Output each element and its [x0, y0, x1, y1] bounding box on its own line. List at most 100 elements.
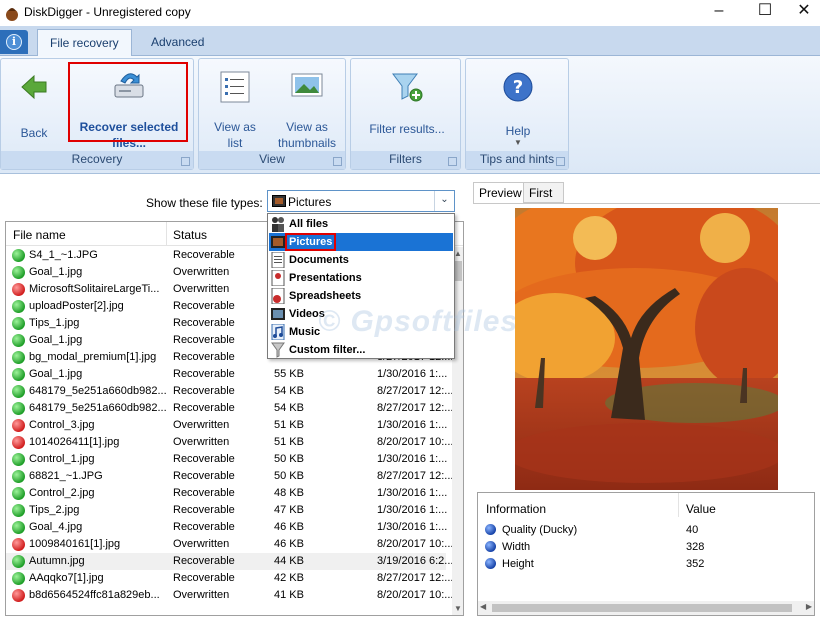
info-value: 40 — [686, 524, 699, 536]
table-row[interactable]: 648179_5e251a660db982... Recoverable 54 KB… — [6, 383, 453, 400]
tab-file-recovery[interactable]: File recovery — [37, 29, 132, 56]
table-row[interactable]: b8d6564524ffc81a829eb... Overwritten 41 KB… — [6, 587, 453, 604]
tab-first-few-bytes[interactable]: First few bytes — [523, 182, 564, 240]
scroll-down-arrow-icon[interactable]: ▼ — [452, 604, 463, 613]
file-name-cell: uploadPoster[2].jpg — [29, 300, 124, 312]
hscrollbar-thumb[interactable] — [492, 604, 792, 612]
group-label-recovery: Recovery — [1, 151, 193, 169]
size-cell: 54 KB — [274, 402, 304, 414]
table-row[interactable]: AAqqko7[1].jpg Recoverable 42 KB 8/27/2017 … — [6, 570, 453, 587]
chevron-down-icon[interactable]: ⌄ — [434, 191, 454, 211]
status-cell: Recoverable — [173, 402, 235, 414]
scroll-right-arrow-icon[interactable]: ▶ — [806, 602, 812, 611]
column-value[interactable]: Value — [686, 502, 716, 516]
scrollbar-thumb[interactable] — [454, 261, 462, 281]
file-name-cell: Tips_1.jpg — [29, 317, 80, 329]
dropdown-option-music[interactable]: Music — [269, 323, 453, 341]
svg-text:?: ? — [513, 77, 523, 98]
view-as-thumbnails-label: View as thumbnails — [277, 120, 337, 150]
table-row[interactable]: Control_1.jpg Recoverable 50 KB 1/30/2016 1… — [6, 451, 447, 468]
tab-advanced[interactable]: Advanced — [139, 29, 216, 56]
table-row[interactable]: 1014026411[1].jpg Overwritten 51 KB 8/20/20… — [6, 434, 453, 451]
table-row[interactable]: Control_3.jpg Overwritten 51 KB 1/30/2016 1… — [6, 417, 448, 434]
view-as-thumbnails-button[interactable]: View as thumbnails — [273, 71, 341, 151]
date-cell: 1/30/2016 1:... — [377, 419, 448, 431]
column-information[interactable]: Information — [486, 502, 546, 516]
file-name-cell: 1009840161[1].jpg — [29, 538, 121, 550]
info-icon: i — [6, 34, 22, 50]
status-cell: Recoverable — [173, 317, 235, 329]
app-menu-button[interactable]: i — [0, 30, 28, 54]
filters-dialog-launcher[interactable] — [448, 157, 457, 166]
size-cell: 42 KB — [274, 572, 304, 584]
tips-dialog-launcher[interactable] — [556, 157, 565, 166]
close-button[interactable]: ✕ — [788, 0, 820, 24]
view-dialog-launcher[interactable] — [333, 157, 342, 166]
status-cell: Recoverable — [173, 249, 235, 261]
column-file-name[interactable]: File name — [13, 228, 66, 242]
minimize-button[interactable]: – — [696, 0, 742, 24]
date-cell: 8/27/2017 12:... — [377, 402, 454, 414]
file-name-cell: Goal_4.jpg — [29, 521, 83, 533]
filter-results-button[interactable]: Filter results... — [359, 71, 455, 137]
table-row[interactable]: Goal_4.jpg Recoverable 46 KB 1/30/2016 1:..… — [6, 519, 447, 536]
file-type-select[interactable]: Pictures ⌄ — [267, 190, 455, 212]
tab-preview[interactable]: Preview — [473, 182, 528, 204]
table-row[interactable]: Tips_2.jpg Recoverable 47 KB 1/30/2016 1:..… — [6, 502, 447, 519]
dropdown-option-custom-filter[interactable]: Custom filter... — [269, 341, 453, 359]
date-cell: 1/30/2016 1:... — [377, 368, 448, 380]
maximize-button[interactable]: ☐ — [742, 0, 788, 24]
file-name-cell: Control_1.jpg — [29, 453, 95, 465]
status-cell: Overwritten — [173, 436, 230, 448]
status-green-icon — [12, 368, 25, 381]
recovery-dialog-launcher[interactable] — [181, 157, 190, 166]
date-cell: 8/27/2017 12:... — [377, 385, 454, 397]
table-row[interactable]: 1009840161[1].jpg Overwritten 46 KB 8/20/20… — [6, 536, 453, 553]
size-cell: 54 KB — [274, 385, 304, 397]
table-row[interactable]: 68821_~1.JPG Recoverable 50 KB 8/27/2017 12… — [6, 468, 453, 485]
info-bullet-icon — [485, 524, 496, 535]
size-cell: 50 KB — [274, 470, 304, 482]
window-title: DiskDigger - Unregistered copy — [24, 5, 191, 19]
date-cell: 3/19/2016 6:2... — [377, 555, 454, 567]
table-row[interactable]: 648179_5e251a660db982... Recoverable 54 KB… — [6, 400, 453, 417]
info-row[interactable]: Quality (Ducky) 40 — [478, 522, 808, 539]
table-row[interactable]: Goal_1.jpg Recoverable 55 KB 1/30/2016 1:..… — [6, 366, 448, 383]
dropdown-option-presentations[interactable]: Presentations — [269, 269, 453, 287]
view-as-list-label: View as list — [214, 120, 256, 150]
information-hscrollbar[interactable]: ◀ ▶ — [478, 601, 814, 615]
group-label-view: View — [199, 151, 345, 169]
table-row[interactable]: Control_2.jpg Recoverable 48 KB 1/30/2016 1… — [6, 485, 448, 502]
info-bullet-icon — [485, 558, 496, 569]
info-row[interactable]: Height 352 — [478, 556, 808, 573]
view-as-list-button[interactable]: View as list — [205, 71, 265, 151]
table-row[interactable]: Autumn.jpg Recoverable 44 KB 3/19/2016 6:2.… — [6, 553, 453, 570]
dropdown-option-all-files[interactable]: All files — [269, 215, 453, 233]
status-cell: Recoverable — [173, 555, 235, 567]
file-name-cell: 648179_5e251a660db982... — [29, 385, 167, 397]
info-row[interactable]: Width 328 — [478, 539, 808, 556]
pictures-filmstrip-icon — [271, 234, 285, 250]
size-cell: 46 KB — [274, 521, 304, 533]
status-cell: Recoverable — [173, 300, 235, 312]
dropdown-option-spreadsheets[interactable]: Spreadsheets — [269, 287, 453, 305]
dropdown-option-label: Videos — [289, 308, 325, 320]
date-cell: 1/30/2016 1:... — [377, 487, 448, 499]
back-button[interactable]: Back — [11, 73, 57, 141]
column-status[interactable]: Status — [173, 228, 207, 242]
dropdown-option-documents[interactable]: Documents — [269, 251, 453, 269]
status-green-icon — [12, 470, 25, 483]
size-cell: 44 KB — [274, 555, 304, 567]
dropdown-option-videos[interactable]: Videos — [269, 305, 453, 323]
help-button[interactable]: ? Help ▼ — [488, 71, 548, 147]
status-cell: Recoverable — [173, 351, 235, 363]
autumn-tree-photo — [515, 208, 778, 490]
status-green-icon — [12, 317, 25, 330]
dropdown-option-label: All files — [289, 218, 329, 230]
file-name-cell: AAqqko7[1].jpg — [29, 572, 104, 584]
dropdown-option-pictures[interactable]: Pictures — [269, 233, 453, 251]
scroll-left-arrow-icon[interactable]: ◀ — [480, 602, 486, 611]
file-name-cell: Goal_1.jpg — [29, 266, 83, 278]
status-red-icon — [12, 419, 25, 432]
thumbnails-view-icon — [291, 73, 323, 97]
